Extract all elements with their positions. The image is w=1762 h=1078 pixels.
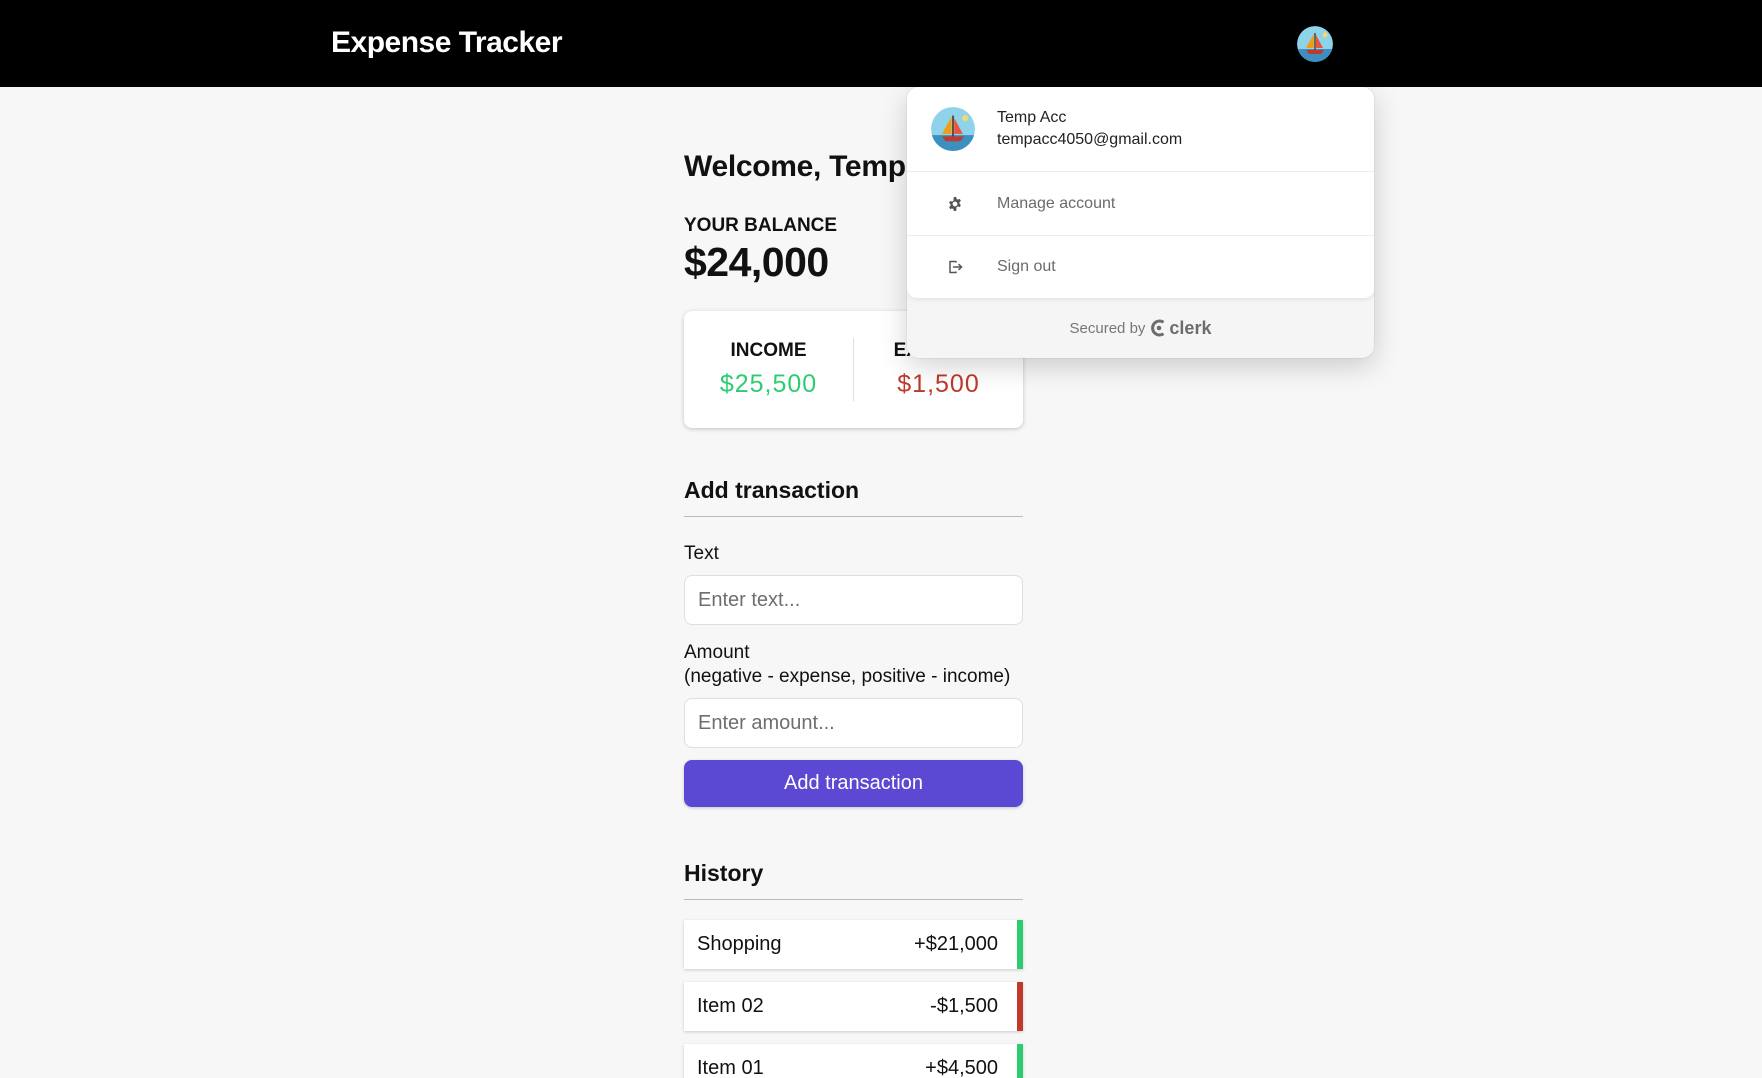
income-label: Income [730,340,807,361]
user-menu-card: Temp Acc tempacc4050@gmail.com Manage ac… [907,87,1374,298]
add-transaction-form: Text Amount (negative - expense, positiv… [684,542,1023,807]
history-item[interactable]: Item 02 -$1,500 [684,982,1023,1031]
expense-amount: $1,500 [897,370,980,398]
history-item[interactable]: Item 01 +$4,500 [684,1044,1023,1078]
sign-out-button[interactable]: Sign out [907,235,1374,298]
history-item-amount: +$21,000 [914,933,998,955]
history-heading: History [684,860,1023,900]
user-avatar [931,107,975,151]
sailboat-avatar-icon [1297,26,1333,62]
secured-by-text: Secured by [1069,319,1146,337]
sign-out-label: Sign out [997,258,1056,275]
income-column: Income $25,500 [684,338,854,401]
history-list: Shopping +$21,000 Item 02 -$1,500 Item 0… [684,920,1023,1078]
user-name: Temp Acc [997,109,1067,126]
manage-account-label: Manage account [997,194,1116,212]
sailboat-avatar-icon [931,107,975,151]
history-item-amount: +$4,500 [925,1057,998,1078]
history-item-text: Shopping [697,933,782,955]
user-menu-popover: Temp Acc tempacc4050@gmail.com Manage ac… [907,87,1374,358]
user-email: tempacc4050@gmail.com [997,131,1183,148]
history-item-text: Item 02 [697,995,764,1017]
manage-account-button[interactable]: Manage account [907,172,1374,235]
gear-icon [945,194,965,214]
user-identity: Temp Acc tempacc4050@gmail.com [997,107,1182,151]
app-title: Expense Tracker [331,26,563,59]
clerk-logo-text: clerk [1169,317,1212,338]
amount-input[interactable] [684,698,1023,748]
amount-hint-text: (negative - expense, positive - income) [684,666,1011,687]
text-field-label: Text [684,543,719,564]
clerk-logo-icon[interactable]: clerk [1151,318,1211,339]
amount-field-label: Amount (negative - expense, positive - i… [684,641,1023,689]
secured-by-footer: Secured by clerk [907,298,1374,358]
amount-label-text: Amount [684,642,750,663]
history-item[interactable]: Shopping +$21,000 [684,920,1023,969]
history-item-text: Item 01 [697,1057,764,1078]
add-transaction-button[interactable]: Add transaction [684,760,1023,807]
navbar: Expense Tracker [0,0,1762,87]
user-preview: Temp Acc tempacc4050@gmail.com [907,87,1374,172]
user-avatar-button[interactable] [1297,26,1333,62]
income-amount: $25,500 [719,370,818,398]
sign-out-icon [945,257,965,277]
add-transaction-heading: Add transaction [684,477,1023,517]
text-input[interactable] [684,575,1023,625]
history-item-amount: -$1,500 [930,995,998,1017]
